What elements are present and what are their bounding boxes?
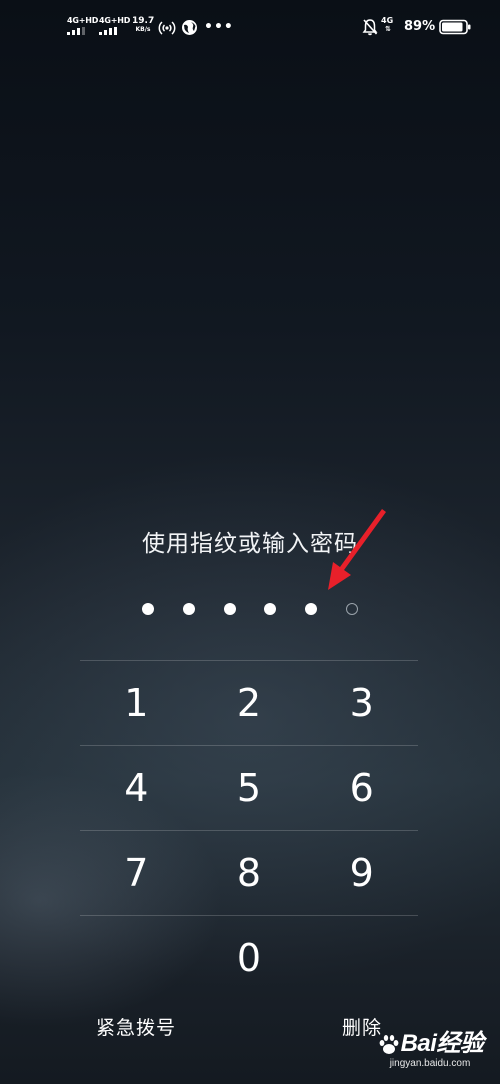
data-speed-value: 19.7 (132, 16, 155, 26)
globe-icon (182, 20, 197, 35)
key-7[interactable]: 7 (80, 831, 193, 915)
pin-dot-filled (305, 603, 318, 615)
key-9[interactable]: 9 (305, 831, 418, 915)
emergency-call-button[interactable]: 紧急拨号 (96, 1014, 176, 1042)
sim1-signal-bars-icon (67, 27, 85, 35)
battery-icon (439, 19, 471, 35)
hotspot-icon (158, 21, 176, 35)
keypad-row: 123 (80, 660, 418, 745)
key-8[interactable]: 8 (193, 831, 306, 915)
keypad-row: 0 (80, 915, 418, 1000)
sim2-signal-bars-icon (99, 27, 117, 35)
sim1-network-label: 4G+HD (67, 16, 99, 25)
status-bar: 4G+HD 4G+HD 19.7 KB/s ••• 4G ⇅ 89% (0, 0, 500, 56)
unlock-prompt: 使用指纹或输入密码 (142, 531, 358, 557)
key-0[interactable]: 0 (80, 916, 418, 1000)
key-5[interactable]: 5 (193, 746, 306, 830)
key-6[interactable]: 6 (305, 746, 418, 830)
data-activity-icon: ⇅ (385, 25, 391, 33)
pin-dot-filled (223, 603, 236, 615)
key-3[interactable]: 3 (305, 661, 418, 745)
pin-dot-empty (345, 603, 358, 615)
data-network-label: 4G (381, 16, 394, 25)
bell-muted-icon (362, 19, 378, 36)
paw-logo-icon (379, 1034, 398, 1054)
mobile-data-indicator: 4G ⇅ (381, 16, 401, 34)
data-speed: 19.7 KB/s (132, 16, 154, 34)
more-notifications-icon: ••• (204, 19, 234, 35)
numeric-keypad: 1234567890 (80, 660, 418, 1000)
watermark-logo-text: Bai经验 (400, 1030, 484, 1057)
key-1[interactable]: 1 (80, 661, 193, 745)
pin-dot-filled (264, 603, 277, 615)
sim1-signal: 4G+HD (67, 16, 99, 38)
pin-dot-filled (182, 603, 195, 615)
pin-dot-filled (142, 603, 154, 615)
keypad-row: 789 (80, 830, 418, 915)
watermark-logo: Bai经验 (370, 1030, 490, 1058)
data-speed-unit: KB/s (135, 26, 151, 33)
key-2[interactable]: 2 (193, 661, 306, 745)
battery-percent: 89% (404, 19, 436, 34)
sim2-network-label: 4G+HD (99, 16, 131, 25)
key-4[interactable]: 4 (80, 746, 193, 830)
watermark-site: jingyan.baidu.com (389, 1058, 471, 1069)
pin-indicator (142, 601, 358, 617)
baidu-jingyan-watermark: Bai经验 jingyan.baidu.com (370, 1030, 490, 1070)
keypad-row: 456 (80, 745, 418, 830)
sim2-signal: 4G+HD (99, 16, 131, 38)
